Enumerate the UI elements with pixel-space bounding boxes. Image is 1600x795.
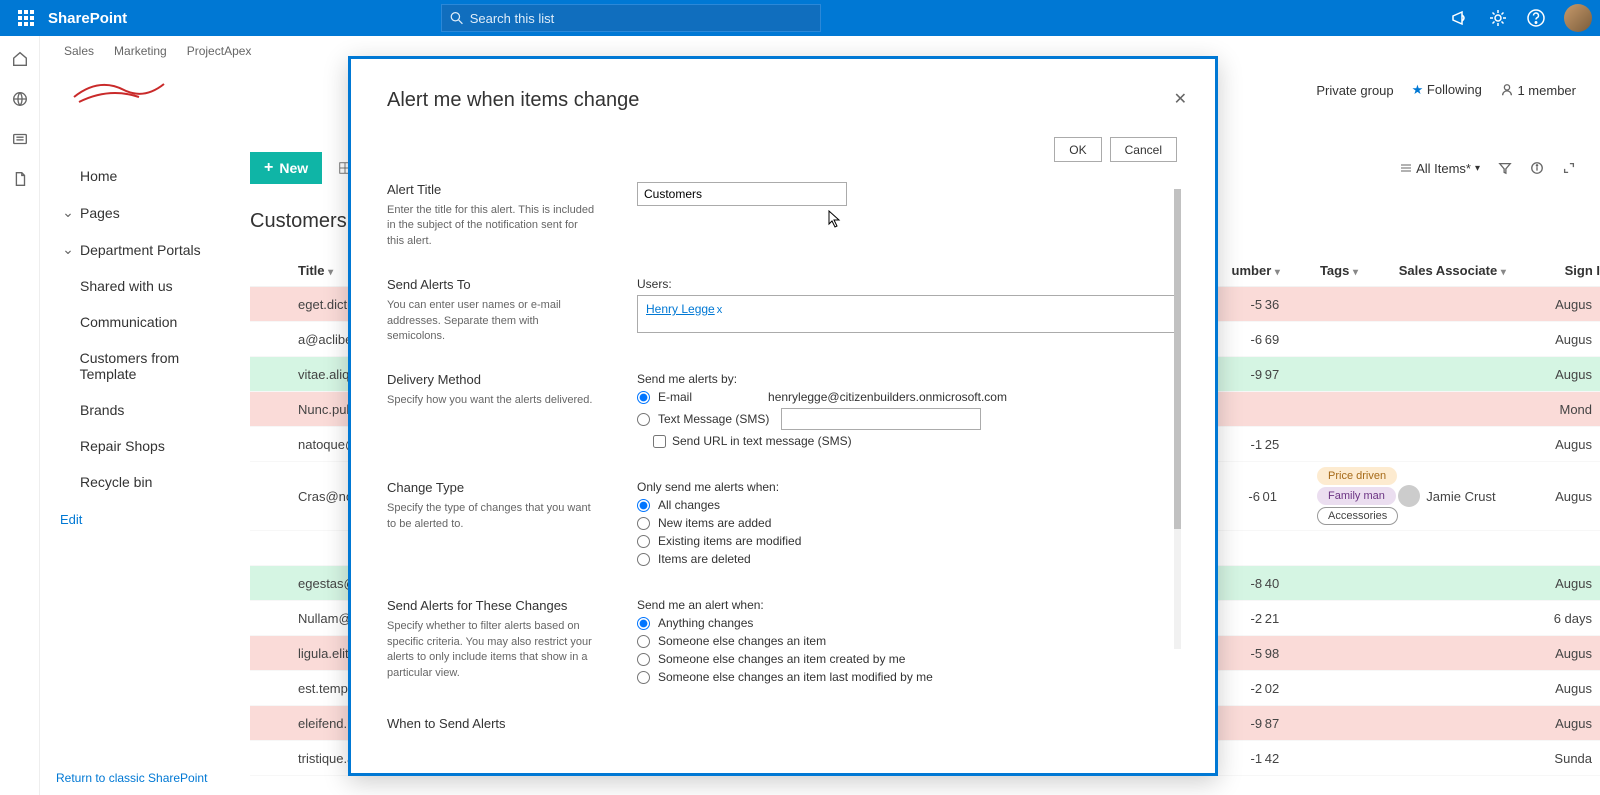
- search-box[interactable]: [441, 4, 821, 32]
- view-selector[interactable]: All Items* ▾: [1400, 161, 1480, 176]
- col-tags[interactable]: Tags ▾: [1280, 263, 1399, 278]
- filter-created-radio[interactable]: [637, 653, 650, 666]
- section-desc: You can enter user names or e-mail addre…: [387, 298, 597, 344]
- section-title: Change Type: [387, 480, 597, 495]
- col-assoc[interactable]: Sales Associate ▾: [1399, 263, 1513, 278]
- people-token[interactable]: Henry Legge: [646, 302, 715, 316]
- section-title: Send Alerts To: [387, 277, 597, 292]
- alert-title-input[interactable]: [637, 182, 847, 206]
- change-new-radio[interactable]: [637, 517, 650, 530]
- expand-icon[interactable]: [1562, 161, 1576, 175]
- section-title: When to Send Alerts: [387, 716, 597, 731]
- nav-item[interactable]: Shared with us: [56, 268, 240, 304]
- email-value: henrylegge@citizenbuilders.onmicrosoft.c…: [768, 390, 1007, 404]
- section-title: Send Alerts for These Changes: [387, 598, 597, 613]
- remove-token-icon[interactable]: x: [717, 304, 723, 316]
- list-lines-icon: [1400, 162, 1412, 174]
- tag-pill: Family man: [1317, 487, 1396, 505]
- nav-item[interactable]: Repair Shops: [56, 428, 240, 464]
- top-link[interactable]: ProjectApex: [187, 44, 252, 58]
- tag-pill: Accessories: [1317, 507, 1398, 525]
- help-icon[interactable]: [1526, 8, 1546, 28]
- nav-item[interactable]: Brands: [56, 392, 240, 428]
- section-desc: Specify whether to filter alerts based o…: [387, 619, 597, 681]
- filter-icon[interactable]: [1498, 161, 1512, 175]
- send-by-label: Send me alerts by:: [637, 372, 1177, 386]
- filter-modified-radio[interactable]: [637, 671, 650, 684]
- cursor-icon: [828, 210, 842, 231]
- send-when-label: Send me an alert when:: [637, 598, 1177, 612]
- alert-modal: Alert me when items change ✕ OK Cancel A…: [348, 56, 1218, 776]
- scrollbar-thumb[interactable]: [1174, 189, 1181, 529]
- modal-title: Alert me when items change: [387, 89, 1177, 112]
- change-all-radio[interactable]: [637, 499, 650, 512]
- nav-item[interactable]: Customers from Template: [56, 340, 240, 392]
- col-sign[interactable]: Sign I: [1512, 263, 1600, 278]
- globe-icon[interactable]: [11, 90, 29, 108]
- top-link[interactable]: Marketing: [114, 44, 167, 58]
- nav-item[interactable]: Home: [56, 158, 240, 194]
- left-nav: Home⌄Pages⌄Department PortalsShared with…: [40, 150, 240, 539]
- nav-item[interactable]: ⌄Department Portals: [56, 231, 240, 268]
- users-label: Users:: [637, 277, 1177, 291]
- change-modified-radio[interactable]: [637, 535, 650, 548]
- brand-label[interactable]: SharePoint: [48, 10, 127, 27]
- privacy-label: Private group: [1316, 83, 1393, 98]
- section-title: Alert Title: [387, 182, 597, 197]
- section-desc: Specify how you want the alerts delivere…: [387, 393, 597, 408]
- new-button[interactable]: +New: [250, 152, 322, 184]
- avatar-icon: [1398, 485, 1420, 507]
- info-icon[interactable]: [1530, 161, 1544, 175]
- site-logo[interactable]: [64, 66, 174, 114]
- nav-item[interactable]: Recycle bin: [56, 464, 240, 500]
- following-toggle[interactable]: ★ Following: [1412, 82, 1482, 98]
- tag-pill: Price driven: [1317, 467, 1397, 485]
- cancel-button[interactable]: Cancel: [1110, 137, 1177, 162]
- file-icon[interactable]: [11, 170, 29, 188]
- ok-button[interactable]: OK: [1054, 137, 1101, 162]
- app-launcher-icon[interactable]: [8, 0, 44, 36]
- change-deleted-radio[interactable]: [637, 553, 650, 566]
- filter-anything-radio[interactable]: [637, 617, 650, 630]
- suite-bar: SharePoint: [0, 0, 1600, 36]
- sms-number-input[interactable]: [781, 408, 981, 430]
- section-desc: Enter the title for this alert. This is …: [387, 203, 597, 249]
- users-people-picker[interactable]: Henry Leggex: [637, 295, 1177, 333]
- search-input[interactable]: [470, 11, 813, 26]
- close-icon[interactable]: ✕: [1174, 89, 1187, 109]
- home-icon[interactable]: [11, 50, 29, 68]
- megaphone-icon[interactable]: [1450, 8, 1470, 28]
- news-icon[interactable]: [11, 130, 29, 148]
- edit-nav-link[interactable]: Edit: [56, 500, 240, 539]
- user-avatar[interactable]: [1564, 4, 1592, 32]
- delivery-email-radio[interactable]: [637, 391, 650, 404]
- search-icon: [450, 11, 463, 25]
- gear-icon[interactable]: [1488, 8, 1508, 28]
- app-rail: [0, 36, 40, 795]
- nav-item[interactable]: ⌄Pages: [56, 194, 240, 231]
- return-classic-link[interactable]: Return to classic SharePoint: [56, 771, 207, 785]
- section-title: Delivery Method: [387, 372, 597, 387]
- scrollbar-track[interactable]: [1174, 189, 1181, 649]
- delivery-sms-radio[interactable]: [637, 413, 650, 426]
- send-url-checkbox[interactable]: [653, 435, 666, 448]
- section-desc: Specify the type of changes that you wan…: [387, 501, 597, 532]
- filter-someone-radio[interactable]: [637, 635, 650, 648]
- members-count[interactable]: 1 member: [1500, 83, 1576, 98]
- nav-item[interactable]: Communication: [56, 304, 240, 340]
- top-link[interactable]: Sales: [64, 44, 94, 58]
- only-when-label: Only send me alerts when:: [637, 480, 1177, 494]
